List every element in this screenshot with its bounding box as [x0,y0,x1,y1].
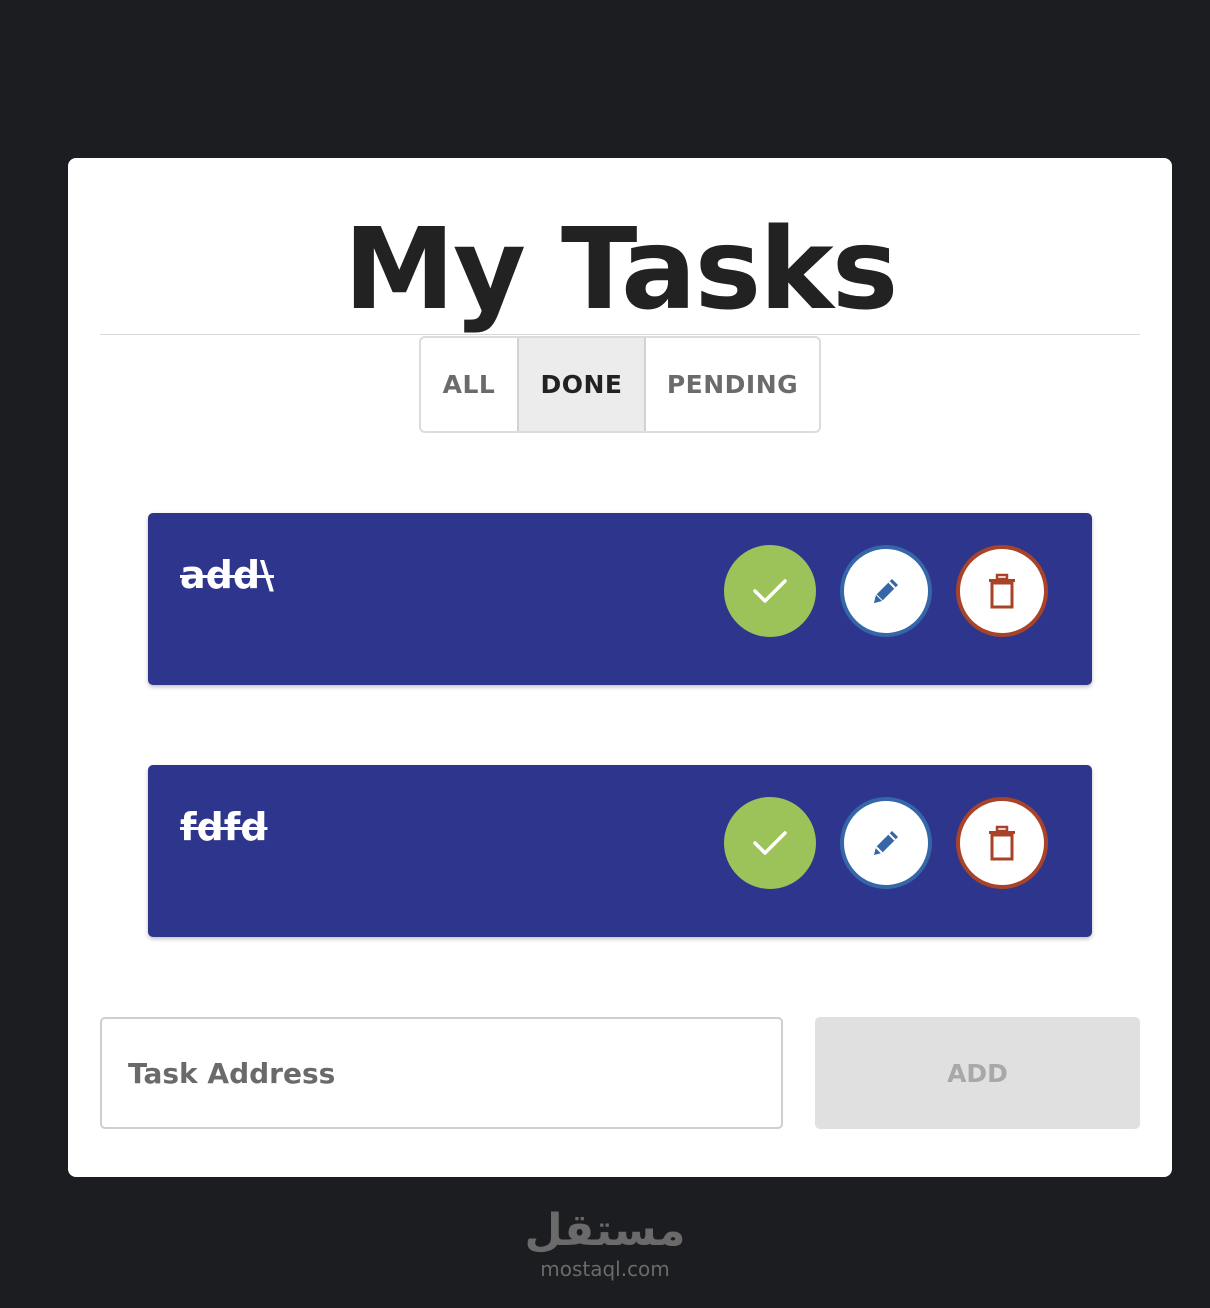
mark-done-button[interactable] [724,797,816,889]
page-title: My Tasks [343,205,899,335]
mostaql-watermark: مستقل mostaql.com [0,1205,1210,1281]
add-task-button[interactable]: ADD [815,1017,1140,1129]
watermark-latin: mostaql.com [540,1257,670,1281]
filter-tabs: ALL DONE PENDING [419,336,821,433]
filter-done-button[interactable]: DONE [517,338,646,431]
tasks-card: My Tasks ALL DONE PENDING add\ fdfd Task… [68,158,1172,1177]
task-text: fdfd [180,805,268,849]
task-address-input[interactable] [100,1017,783,1129]
app-stage: My Tasks ALL DONE PENDING add\ fdfd Task… [0,0,1210,1308]
trash-icon [987,573,1017,609]
edit-task-button[interactable] [840,797,932,889]
pencil-icon [868,573,904,609]
delete-task-button[interactable] [956,545,1048,637]
delete-task-button[interactable] [956,797,1048,889]
filter-pending-button[interactable]: PENDING [646,338,819,431]
task-text: add\ [180,553,274,597]
check-icon [752,577,788,605]
filter-all-button[interactable]: ALL [421,338,517,431]
pencil-icon [868,825,904,861]
check-icon [752,829,788,857]
mark-done-button[interactable] [724,545,816,637]
task-item: fdfd [148,765,1092,937]
task-item: add\ [148,513,1092,685]
trash-icon [987,825,1017,861]
title-divider [100,334,1140,335]
edit-task-button[interactable] [840,545,932,637]
watermark-arabic: مستقل [524,1205,686,1256]
